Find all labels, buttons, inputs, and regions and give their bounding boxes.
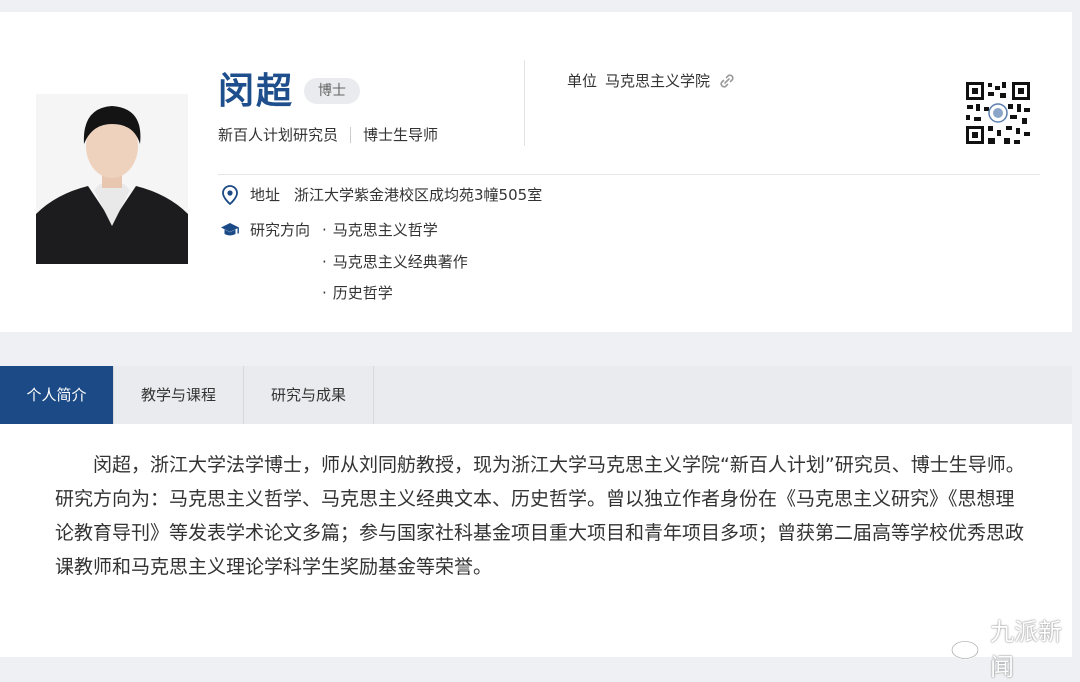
watermark: 九派新闻 xyxy=(950,612,1080,682)
vertical-divider xyxy=(524,60,525,146)
unit-row: 单位 马克思主义学院 xyxy=(567,70,736,91)
title-divider xyxy=(350,126,352,143)
bullet-dot: · xyxy=(322,221,327,239)
weibo-icon xyxy=(950,634,984,660)
research-item: · 历史哲学 xyxy=(322,282,393,303)
tab-teaching[interactable]: 教学与课程 xyxy=(114,366,244,424)
research-row: 研究方向 xyxy=(220,219,324,240)
degree-badge: 博士 xyxy=(304,78,360,104)
graduation-cap-icon xyxy=(220,220,240,240)
research-label: 研究方向 xyxy=(250,221,311,239)
research-item-text: 马克思主义哲学 xyxy=(332,221,438,239)
unit-value[interactable]: 马克思主义学院 xyxy=(605,70,710,91)
profile-name: 闵超 xyxy=(218,71,295,112)
research-item: · 马克思主义经典著作 xyxy=(322,251,468,272)
research-item-text: 历史哲学 xyxy=(332,284,393,302)
location-icon xyxy=(220,184,240,205)
watermark-text: 九派新闻 xyxy=(990,618,1062,681)
research-item: · 马克思主义哲学 xyxy=(322,219,438,240)
bio-paragraph: 闵超，浙江大学法学博士，师从刘同舫教授，现为浙江大学马克思主义学院“新百人计划”… xyxy=(55,454,1025,578)
tab-research[interactable]: 研究与成果 xyxy=(244,366,374,424)
tab-content: 闵超，浙江大学法学博士，师从刘同舫教授，现为浙江大学马克思主义学院“新百人计划”… xyxy=(0,424,1072,657)
bullet-dot: · xyxy=(322,284,327,302)
tab-profile[interactable]: 个人简介 xyxy=(0,366,114,424)
title-researcher: 新百人计划研究员 xyxy=(218,126,339,144)
link-icon[interactable] xyxy=(718,72,736,90)
address-label: 地址 xyxy=(250,186,281,204)
bullet-dot: · xyxy=(322,253,327,271)
title-supervisor: 博士生导师 xyxy=(363,126,439,144)
horizontal-divider xyxy=(218,174,1040,175)
qr-code-icon xyxy=(964,80,1032,146)
unit-label: 单位 xyxy=(567,72,598,90)
address-value: 浙江大学紫金港校区成均苑3幢505室 xyxy=(294,186,543,204)
titles-row: 新百人计划研究员 博士生导师 xyxy=(218,124,438,145)
profile-photo xyxy=(36,94,188,264)
tab-bar: 个人简介 教学与课程 研究与成果 xyxy=(0,366,1072,424)
address-row: 地址 浙江大学紫金港校区成均苑3幢505室 xyxy=(220,184,542,205)
profile-card: 闵超 博士 新百人计划研究员 博士生导师 单位 马克思主义学院 地址 浙江大学紫… xyxy=(0,12,1072,332)
research-item-text: 马克思主义经典著作 xyxy=(332,253,468,271)
